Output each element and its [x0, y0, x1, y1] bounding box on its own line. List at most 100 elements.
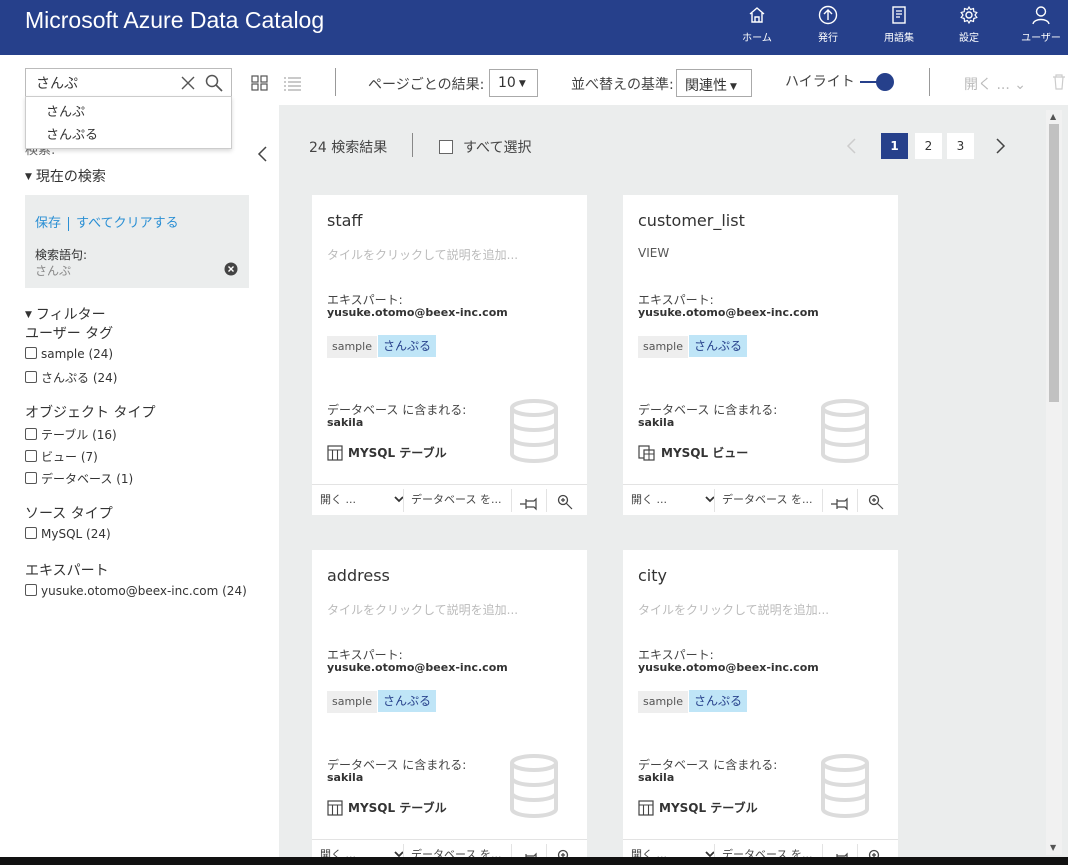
result-card[interactable]: city タイルをクリックして説明を追加... エキスパート: yusuke.otom…: [623, 550, 898, 865]
card-description[interactable]: タイルをクリックして説明を追加...: [327, 601, 518, 618]
page-3-button[interactable]: 3: [947, 133, 974, 159]
filter-option-sample[interactable]: sample (24): [25, 347, 113, 361]
page-2-button[interactable]: 2: [915, 133, 942, 159]
filter-option-database[interactable]: データベース (1): [25, 470, 133, 487]
select-all[interactable]: すべて選択: [439, 137, 531, 157]
filter-option-expert[interactable]: yusuke.otomo@beex-inc.com (24): [25, 584, 247, 598]
checkbox[interactable]: [25, 371, 37, 383]
filter-group-source-type: ソース タイプ: [25, 506, 113, 522]
filter-option-table[interactable]: テーブル (16): [25, 426, 117, 443]
card-open-menu[interactable]: 開く ...: [320, 485, 405, 516]
card-expert-value: yusuke.otomo@beex-inc.com: [638, 306, 819, 319]
filter-option-mysql[interactable]: MySQL (24): [25, 527, 111, 541]
card-database-link[interactable]: データベース を...: [411, 485, 501, 516]
checkbox[interactable]: [25, 584, 37, 596]
suggestion-item[interactable]: さんぷ: [26, 97, 231, 120]
card-description[interactable]: タイルをクリックして説明を追加...: [327, 246, 518, 263]
collapse-panel-icon[interactable]: [256, 145, 270, 163]
card-database-link[interactable]: データベース を...: [722, 485, 812, 516]
checkbox[interactable]: [25, 472, 37, 484]
list-view-icon[interactable]: [283, 75, 302, 91]
current-search-actions: 保存 すべてクリアする: [35, 212, 179, 231]
card-title[interactable]: staff: [327, 211, 362, 230]
scroll-up-icon[interactable]: ▲: [1050, 112, 1056, 121]
next-page-icon[interactable]: [995, 137, 1007, 155]
filter-panel: 検索: ▼ 現在の検索 保存 すべてクリアする 検索語句: さんぷ ▼ フィルター ユ…: [0, 105, 279, 865]
current-search-header[interactable]: ▼ 現在の検索: [25, 166, 106, 186]
tag[interactable]: さんぷる: [689, 335, 748, 357]
card-description[interactable]: VIEW: [638, 246, 669, 260]
tag[interactable]: さんぷる: [378, 335, 437, 357]
card-title[interactable]: customer_list: [638, 211, 745, 230]
sort-value: 関連性: [685, 78, 727, 94]
search-input[interactable]: [36, 73, 176, 93]
nav-home[interactable]: ホーム: [727, 5, 787, 44]
highlight-label: ハイライト: [785, 74, 855, 90]
nav-publish[interactable]: 発行: [798, 5, 858, 44]
card-description[interactable]: タイルをクリックして説明を追加...: [638, 601, 829, 618]
clear-all-link[interactable]: すべてクリアする: [76, 216, 179, 231]
per-page-select[interactable]: 10 ▼: [489, 69, 538, 97]
toolbar-divider: [335, 68, 336, 96]
toolbar-divider: [929, 68, 930, 96]
filter-option-sanpuru[interactable]: さんぷる (24): [25, 369, 117, 386]
preview-icon[interactable]: [868, 492, 884, 510]
filter-option-view[interactable]: ビュー (7): [25, 448, 98, 465]
card-db-value: sakila: [638, 771, 675, 784]
scrollbar-thumb[interactable]: [1049, 124, 1059, 402]
tag[interactable]: sample: [638, 691, 688, 713]
tag[interactable]: sample: [638, 336, 688, 358]
tag[interactable]: さんぷる: [378, 690, 437, 712]
search-icon[interactable]: [204, 73, 224, 93]
nav-settings[interactable]: 設定: [939, 5, 999, 44]
results-scrollbar[interactable]: ▲ ▼: [1046, 110, 1062, 855]
table-icon: [638, 800, 654, 816]
user-icon: [1032, 6, 1050, 25]
save-search-link[interactable]: 保存: [35, 216, 61, 231]
filter-group-expert: エキスパート: [25, 563, 109, 579]
current-search-box: 保存 すべてクリアする 検索語句: さんぷ: [25, 195, 249, 288]
checkbox[interactable]: [25, 428, 37, 440]
highlight-toggle[interactable]: [860, 72, 896, 92]
checkbox[interactable]: [25, 347, 37, 359]
per-page-value: 10: [498, 75, 516, 91]
nav-user[interactable]: ユーザー: [1011, 5, 1068, 44]
search-suggestions: さんぷ さんぷる: [25, 96, 232, 149]
result-count: 24 検索結果: [309, 140, 388, 156]
nav-glossary[interactable]: 用語集: [869, 5, 929, 44]
pin-icon[interactable]: [830, 493, 850, 511]
current-search-title: 現在の検索: [35, 169, 106, 185]
tag[interactable]: sample: [327, 691, 377, 713]
tag[interactable]: さんぷる: [689, 690, 748, 712]
sort-select[interactable]: 関連性 ▼: [676, 69, 752, 97]
pin-icon[interactable]: [519, 493, 539, 511]
card-title[interactable]: address: [327, 566, 390, 585]
database-icon: [821, 754, 869, 819]
result-card[interactable]: customer_list VIEW エキスパート: yusuke.otomo@bee…: [623, 195, 898, 515]
open-menu-button: 開く ... ⌄: [964, 74, 1026, 94]
page-1-button[interactable]: 1: [881, 133, 908, 159]
window-bottom-edge: [0, 857, 1068, 865]
scroll-down-icon[interactable]: ▼: [1050, 843, 1056, 852]
trash-icon: [1053, 74, 1065, 90]
result-card[interactable]: address タイルをクリックして説明を追加... エキスパート: yusuke.o…: [312, 550, 587, 865]
filter-header[interactable]: ▼ フィルター: [25, 304, 106, 324]
result-card[interactable]: staff タイルをクリックして説明を追加... エキスパート: yusuke.oto…: [312, 195, 587, 515]
table-icon: [327, 800, 343, 816]
card-open-menu[interactable]: 開く ...: [631, 485, 716, 516]
clear-search-icon[interactable]: [179, 74, 197, 92]
card-title[interactable]: city: [638, 566, 667, 585]
suggestion-item[interactable]: さんぷる: [26, 120, 231, 143]
tag[interactable]: sample: [327, 336, 377, 358]
tile-view-icon[interactable]: [251, 75, 268, 91]
select-all-label: すべて選択: [463, 140, 532, 156]
card-footer: 開く ... データベース を...: [623, 484, 898, 515]
checkbox[interactable]: [25, 527, 37, 539]
preview-icon[interactable]: [557, 492, 573, 510]
checkbox[interactable]: [439, 140, 453, 154]
remove-term-icon[interactable]: [224, 262, 238, 276]
open-menu-label: 開く ...: [964, 77, 1010, 93]
checkbox[interactable]: [25, 450, 37, 462]
card-object-type: MYSQL テーブル: [327, 444, 447, 461]
filter-title: フィルター: [35, 307, 106, 323]
